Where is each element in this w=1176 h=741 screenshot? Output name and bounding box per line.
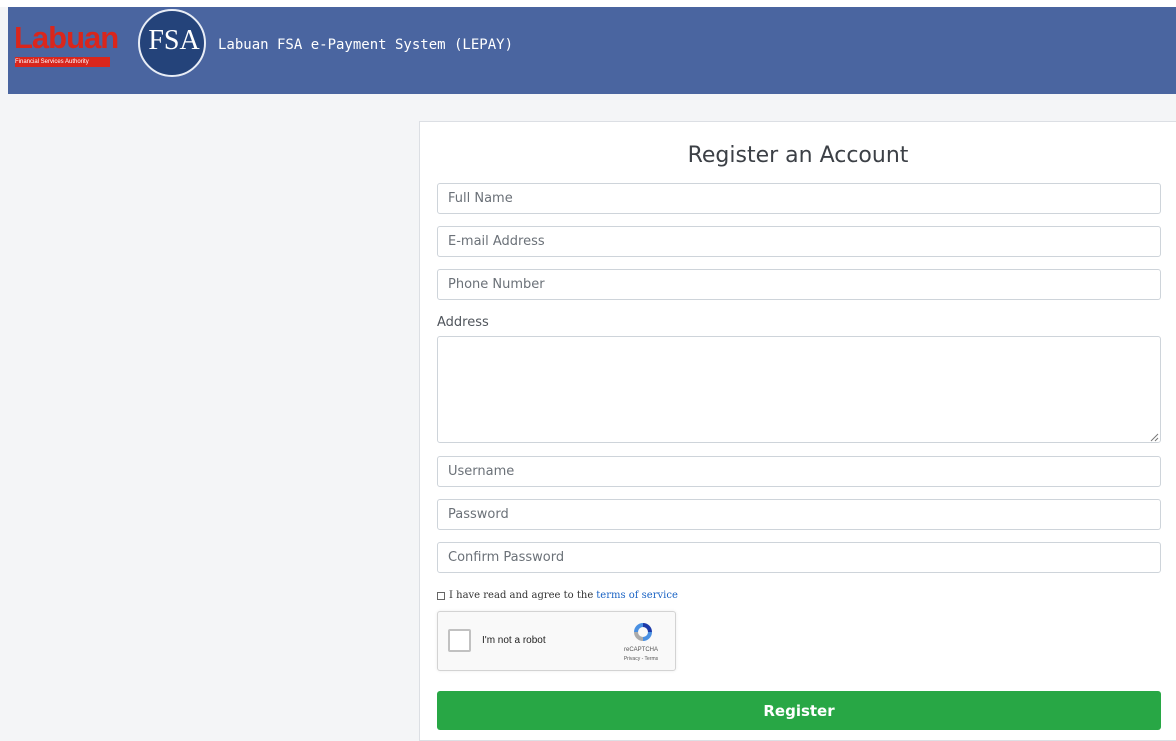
resize-grip-icon[interactable] [1149,432,1159,442]
labuan-fsa-logo[interactable]: Labuan Financial Services Authority [14,19,119,67]
register-card: Register an Account Address I have read … [419,121,1176,741]
page-title: Register an Account [687,143,909,168]
terms-checkbox[interactable] [437,591,445,600]
register-button[interactable]: Register [437,691,1161,730]
recaptcha-checkbox[interactable] [448,629,471,652]
recaptcha-icon [634,623,652,641]
address-textarea[interactable] [437,336,1161,443]
terms-text: I have read and agree to the [449,590,594,601]
recaptcha-brand: reCAPTCHA [623,647,658,653]
terms-row: I have read and agree to the terms of se… [437,590,678,601]
phone-input[interactable] [437,269,1161,300]
logo-fsa-text: FSA [148,25,200,56]
terms-of-service-link[interactable]: terms of service [596,590,678,601]
address-label: Address [437,315,489,330]
email-input[interactable] [437,226,1161,257]
top-strip [0,0,1176,7]
username-input[interactable] [437,456,1161,487]
left-panel [8,94,418,741]
recaptcha-label: I'm not a robot [482,635,546,646]
app-title: Labuan FSA e-Payment System (LEPAY) [218,37,514,53]
full-name-input[interactable] [437,183,1161,214]
logo-word: Labuan [14,20,119,55]
confirm-password-input[interactable] [437,542,1161,573]
recaptcha-widget: I'm not a robot reCAPTCHA Privacy - Term… [437,611,676,671]
header-bar: Labuan Financial Services Authority FSA … [8,7,1176,94]
recaptcha-privacy-terms[interactable]: Privacy - Terms [610,656,672,662]
password-input[interactable] [437,499,1161,530]
logo-subtitle: Financial Services Authority [15,57,110,67]
